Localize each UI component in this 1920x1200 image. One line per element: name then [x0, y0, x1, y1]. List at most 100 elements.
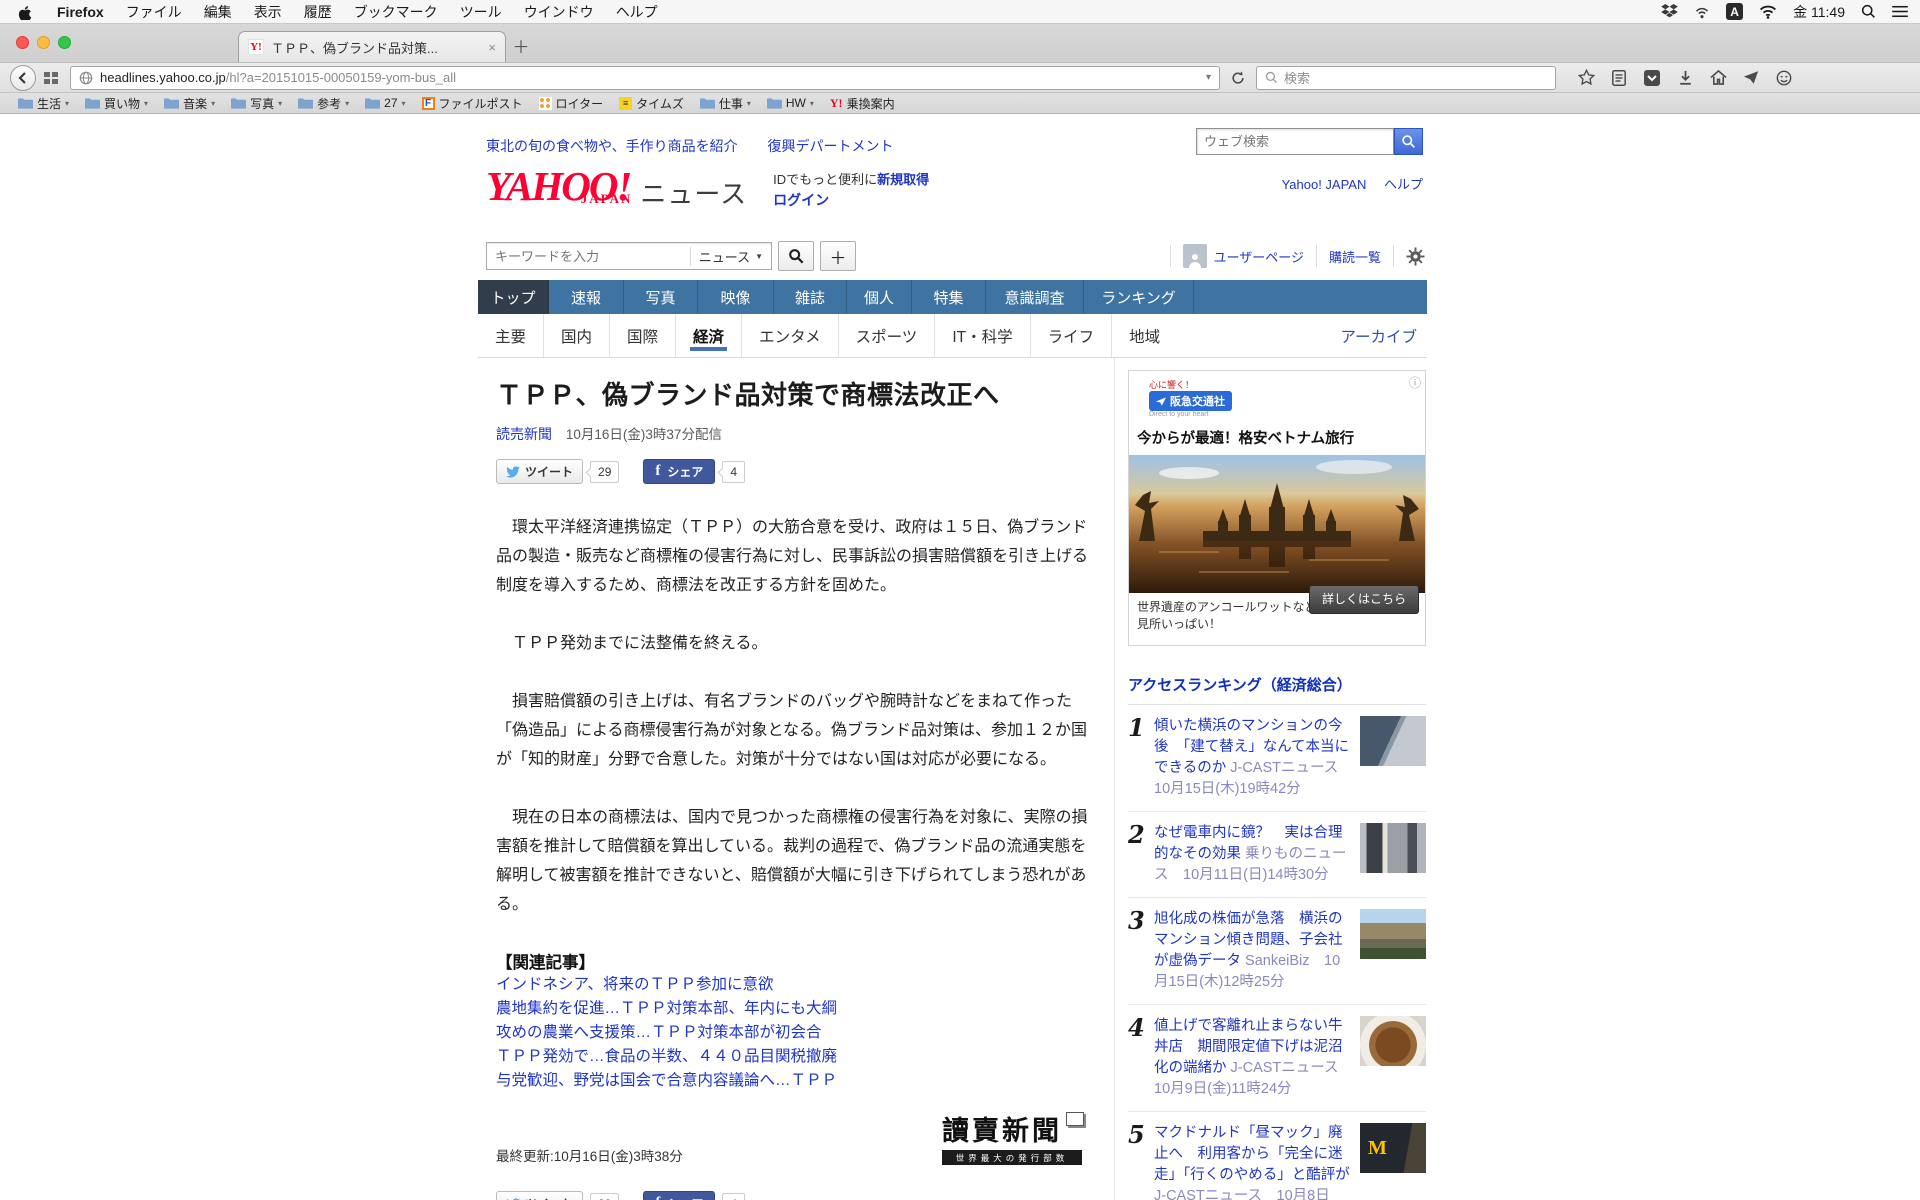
downloads-icon[interactable] [1675, 68, 1695, 88]
ad-headline[interactable]: 今からが最適！格安ベトナム旅行 [1129, 422, 1425, 455]
mcdonalds-thumbnail[interactable]: M [1360, 1123, 1426, 1173]
bookmark-filepost[interactable]: F ファイルポスト [414, 95, 531, 112]
account-icon[interactable] [1774, 68, 1794, 88]
menubar-clock[interactable]: 金 11:49 [1793, 2, 1845, 22]
help-link[interactable]: ヘルプ [1384, 177, 1423, 192]
subnav-it-science[interactable]: IT・科学 [934, 314, 1029, 357]
search-scope-select[interactable]: ニュース ▼ [690, 247, 771, 266]
yomiuri-logo[interactable]: 讀賣新聞 世界最大の発行部数 [942, 1109, 1082, 1165]
related-link[interactable]: ＴＰＰ発効で…食品の半数、４４０品目関税撤廃 [496, 1045, 1092, 1069]
ad-image[interactable] [1129, 455, 1425, 593]
facebook-share-button[interactable]: f シェア [643, 459, 715, 484]
close-window-button[interactable] [16, 36, 29, 49]
related-link[interactable]: 攻めの農業へ支援策…ＴＰＰ対策本部が初会合 [496, 1021, 1092, 1045]
ad-info-icon[interactable]: ⓘ [1409, 374, 1421, 391]
promo-link-2[interactable]: 復興デパートメント [767, 138, 893, 154]
ranking-item-4[interactable]: 4 値上げで客離れ止まらない牛丼店 期間限定値下げは泥沼化の端緒か J-CAST… [1128, 1005, 1426, 1112]
menu-history[interactable]: 履歴 [293, 2, 343, 22]
new-tab-button[interactable]: ＋ [506, 34, 536, 62]
tweet-button[interactable]: ツイート [496, 1191, 583, 1200]
ad-cta-button[interactable]: 詳しくはこちら [1309, 585, 1419, 614]
menu-help[interactable]: ヘルプ [605, 2, 669, 22]
reload-button[interactable] [1226, 71, 1250, 85]
reading-list-icon[interactable] [1609, 68, 1629, 88]
yahoo-news-logo[interactable]: YAHOO!JAPAN ニュース [486, 166, 747, 211]
nav-tab-video[interactable]: 映像 [698, 280, 774, 314]
notification-center-icon[interactable] [1892, 5, 1908, 18]
browser-search-field[interactable]: 検索 [1256, 66, 1556, 90]
tab-groups-icon[interactable] [38, 67, 64, 89]
signup-link[interactable]: 新規取得 [877, 172, 929, 187]
home-icon[interactable] [1708, 68, 1728, 88]
apple-menu-icon[interactable] [18, 4, 32, 20]
web-search-input[interactable] [1196, 128, 1394, 155]
nav-tab-feature[interactable]: 特集 [912, 280, 986, 314]
bookmark-folder-life[interactable]: 生活▾ [10, 95, 77, 112]
user-page-link[interactable]: ユーザーページ [1214, 247, 1304, 266]
news-search-button[interactable] [778, 241, 814, 271]
related-link[interactable]: 農地集約を促進…ＴＰＰ対策本部、年内にも大綱 [496, 997, 1092, 1021]
dropbox-icon[interactable] [1661, 4, 1678, 19]
urlbar-dropdown-icon[interactable]: ▾ [1206, 72, 1211, 83]
pocket-icon[interactable] [1642, 68, 1662, 88]
bookmark-folder-shopping[interactable]: 買い物▾ [77, 95, 156, 112]
nav-tab-flash[interactable]: 速報 [549, 280, 624, 314]
keyword-search-input[interactable] [487, 244, 690, 268]
bookmark-reuters[interactable]: ロイター [531, 95, 612, 112]
add-search-button[interactable]: ＋ [820, 241, 856, 271]
related-link[interactable]: インドネシア、将来のＴＰＰ参加に意欲 [496, 973, 1092, 997]
browser-tab[interactable]: Y! ＴＰＰ、偽ブランド品対策... × [238, 31, 506, 62]
spotlight-icon[interactable] [1861, 4, 1876, 19]
tweet-button[interactable]: ツイート [496, 459, 583, 484]
nav-tab-ranking[interactable]: ランキング [1084, 280, 1194, 314]
related-link[interactable]: 与党歓迎、野党は国会で合意内容議論へ…ＴＰＰ [496, 1069, 1092, 1093]
back-button[interactable] [10, 65, 36, 91]
menu-view[interactable]: 表示 [243, 2, 293, 22]
subnav-world[interactable]: 国際 [609, 314, 675, 357]
ranking-item-2[interactable]: 2 なぜ電車内に鏡？ 実は合理的なその効果 乗りものニュース 10月11日(日)… [1128, 812, 1426, 898]
subnav-entertainment[interactable]: エンタメ [741, 314, 838, 357]
nav-tab-top[interactable]: トップ [478, 280, 549, 314]
menu-bookmarks[interactable]: ブックマーク [343, 2, 449, 22]
thumbnail[interactable] [1360, 1016, 1426, 1066]
ranking-link[interactable]: マクドナルド「昼マック」廃止へ 利用客から「完全に迷走」「行くのやめる」と酷評が [1154, 1125, 1350, 1183]
nav-tab-photo[interactable]: 写真 [624, 280, 698, 314]
menu-tools[interactable]: ツール [449, 2, 513, 22]
bookmark-times[interactable]: ≡ タイムズ [611, 95, 692, 112]
facebook-share-button[interactable]: f シェア [643, 1191, 715, 1200]
ad-brand-logo[interactable]: 阪急交通社 [1149, 391, 1232, 411]
menu-firefox[interactable]: Firefox [46, 4, 115, 20]
thumbnail[interactable] [1360, 716, 1426, 766]
menu-file[interactable]: ファイル [115, 2, 193, 22]
subscriptions-link[interactable]: 購読一覧 [1329, 247, 1381, 266]
menu-window[interactable]: ウインドウ [513, 2, 605, 22]
thumbnail[interactable] [1360, 909, 1426, 959]
subnav-sports[interactable]: スポーツ [838, 314, 935, 357]
bookmark-folder-hw[interactable]: HW▾ [759, 96, 822, 110]
bookmark-folder-reference[interactable]: 参考▾ [290, 95, 357, 112]
bookmark-folder-photo[interactable]: 写真▾ [223, 95, 290, 112]
ranking-item-3[interactable]: 3 旭化成の株価が急落 横浜のマンション傾き問題、子会社が虚偽データ Sanke… [1128, 898, 1426, 1005]
web-search-button[interactable] [1394, 128, 1423, 155]
subnav-local[interactable]: 地域 [1111, 314, 1177, 357]
url-bar[interactable]: headlines.yahoo.co.jp/hl?a=20151015-0005… [70, 66, 1220, 90]
menu-edit[interactable]: 編集 [193, 2, 243, 22]
ranking-item-5[interactable]: 5 マクドナルド「昼マック」廃止へ 利用客から「完全に迷走」「行くのやめる」と酷… [1128, 1112, 1426, 1200]
input-source-icon[interactable]: A [1726, 3, 1743, 20]
thumbnail[interactable] [1360, 823, 1426, 873]
subnav-life[interactable]: ライフ [1030, 314, 1112, 357]
login-link[interactable]: ログイン [773, 192, 829, 208]
menu-icon[interactable] [1807, 68, 1827, 88]
ranking-item-1[interactable]: 1 傾いた横浜のマンションの今後 「建て替え」なんて本当にできるのか J-CAS… [1128, 705, 1426, 812]
subnav-economy[interactable]: 経済 [675, 314, 741, 357]
subnav-domestic[interactable]: 国内 [543, 314, 609, 357]
nav-tab-magazine[interactable]: 雑誌 [774, 280, 847, 314]
bookmark-folder-work[interactable]: 仕事▾ [692, 95, 759, 112]
tab-close-icon[interactable]: × [488, 40, 496, 55]
archive-link[interactable]: アーカイブ [1340, 325, 1417, 347]
send-tab-icon[interactable] [1741, 68, 1761, 88]
settings-gear-icon[interactable] [1406, 247, 1425, 266]
bookmark-star-icon[interactable] [1576, 68, 1596, 88]
promo-link-1[interactable]: 東北の旬の食べ物や、手作り商品を紹介 [486, 138, 738, 154]
airdrop-icon[interactable] [1694, 5, 1710, 19]
